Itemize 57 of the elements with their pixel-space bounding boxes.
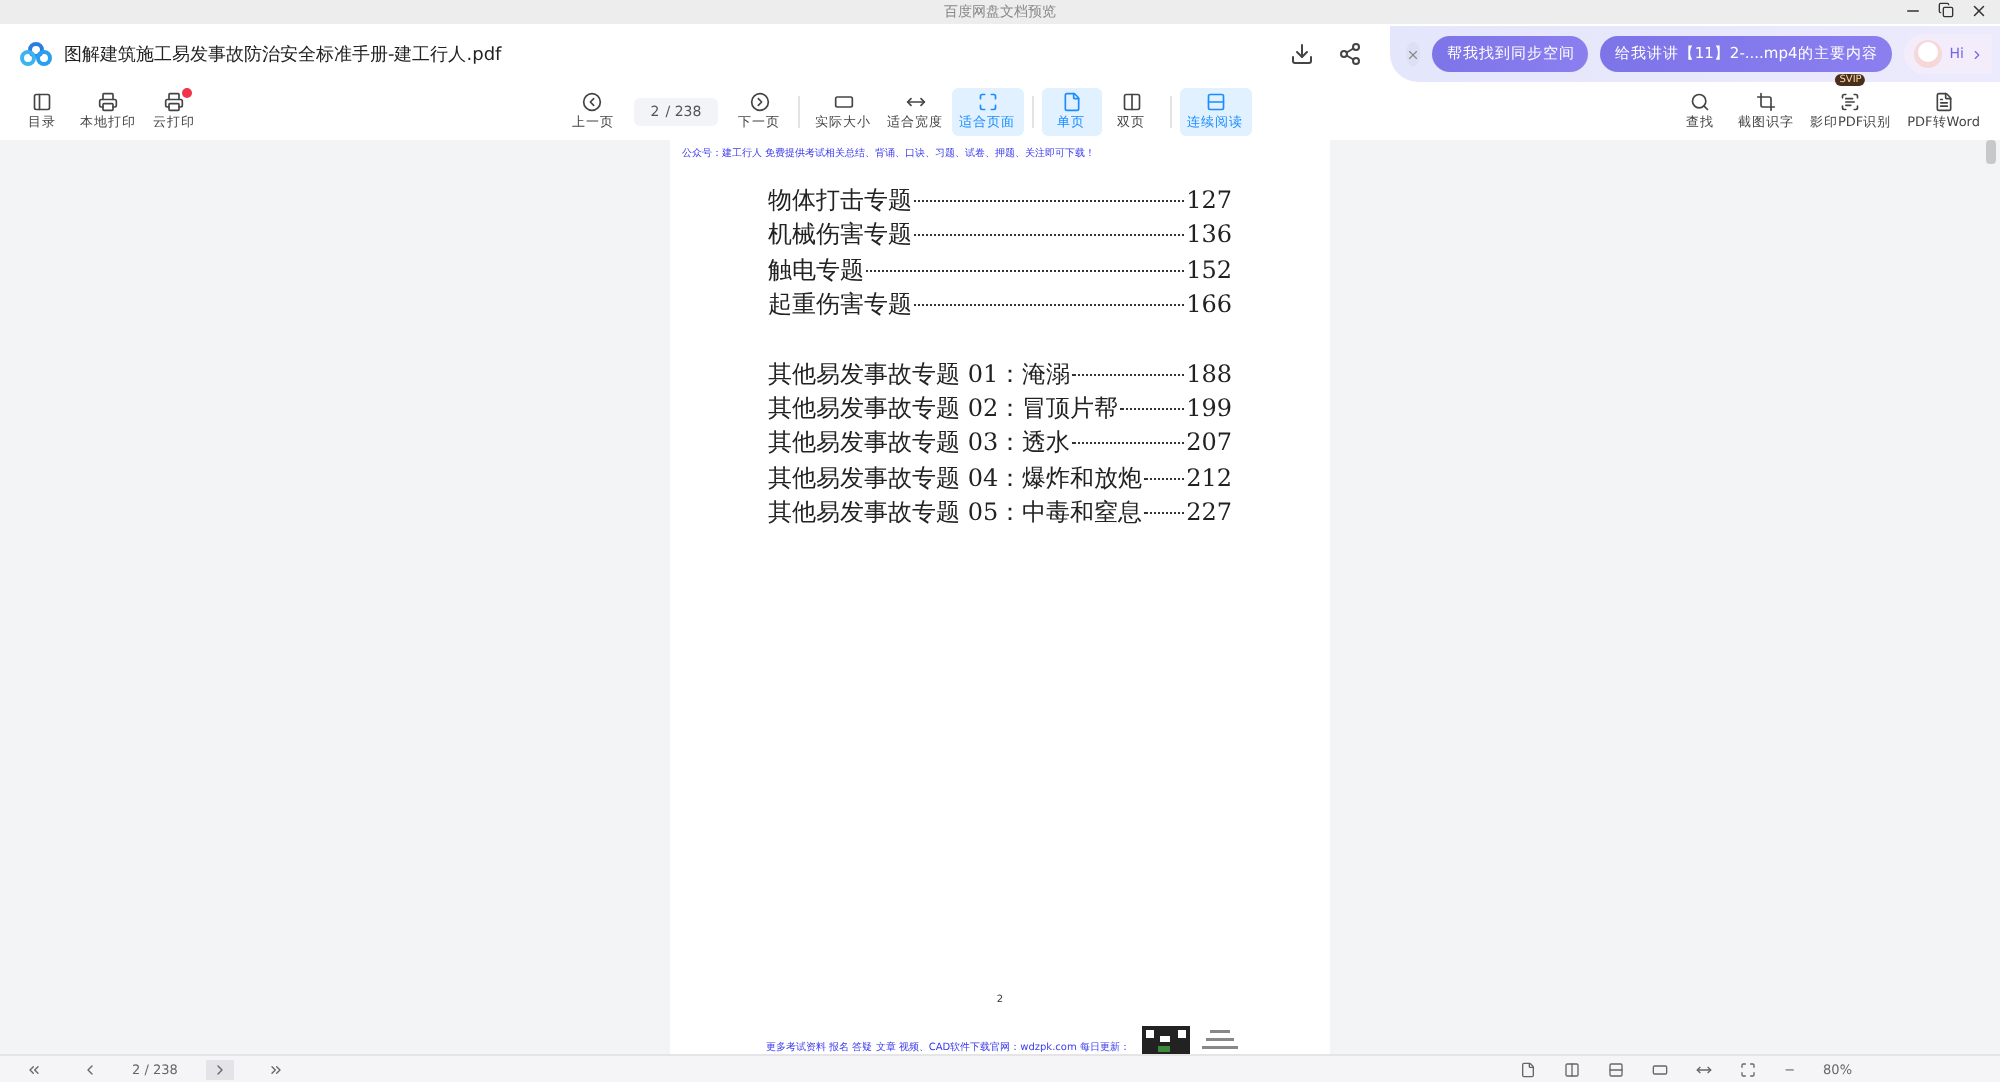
scan-icon <box>1840 92 1861 112</box>
columns-icon[interactable] <box>1564 1061 1581 1077</box>
toc-title: 起重伤害专题 <box>768 288 912 323</box>
toc-page-number: 227 <box>1186 498 1232 527</box>
leader-line <box>1144 477 1185 480</box>
columns-icon <box>1121 92 1142 112</box>
file-name: 图解建筑施工易发事故防治安全标准手册-建工行人.pdf <box>64 43 504 67</box>
frame-icon[interactable] <box>1652 1061 1669 1077</box>
chevron-right-icon <box>1970 47 1984 61</box>
fit-icon[interactable] <box>1740 1061 1757 1077</box>
toc-title: 触电专题 <box>768 253 864 288</box>
search-icon <box>1689 92 1710 112</box>
width-icon[interactable] <box>1696 1061 1713 1077</box>
toc-title: 物体打击专题 <box>768 184 912 218</box>
next-icon <box>749 92 770 112</box>
toc-title: 其他易发事故专题 05：中毒和窒息 <box>768 496 1143 531</box>
width-icon <box>905 92 926 112</box>
chevron-left-icon <box>82 1061 98 1077</box>
page-icon <box>1061 92 1082 112</box>
toc-page-number: 152 <box>1186 255 1232 284</box>
crop-icon <box>1755 92 1776 112</box>
avatar-icon <box>1911 38 1944 70</box>
toc-page-number: 212 <box>1186 463 1232 492</box>
leader-line <box>1072 373 1185 376</box>
caption-drawing <box>1201 1026 1238 1054</box>
printer-icon <box>164 92 184 112</box>
toc-page-number: 136 <box>1186 220 1232 249</box>
rows-icon[interactable] <box>1608 1061 1625 1077</box>
close-icon[interactable] <box>1970 2 1988 20</box>
leader-line <box>1120 407 1185 410</box>
toc-page-number: 127 <box>1186 186 1232 214</box>
toc-page-number: 188 <box>1186 359 1232 388</box>
page-icon[interactable] <box>1520 1061 1537 1077</box>
scrollbar[interactable] <box>1986 140 1996 164</box>
frame-icon <box>833 92 854 112</box>
download-icon[interactable] <box>1290 42 1314 66</box>
first-icon <box>26 1061 42 1077</box>
leader-line <box>1144 512 1185 515</box>
panel-icon <box>32 92 52 112</box>
previous-icon <box>582 92 603 112</box>
cloud-logo-icon <box>20 42 52 66</box>
toc-page-number: 207 <box>1186 428 1232 457</box>
toc-title: 其他易发事故专题 03：透水 <box>768 426 1071 461</box>
rows-icon <box>1205 92 1226 112</box>
printer-icon <box>98 92 118 112</box>
fit-icon <box>977 92 998 112</box>
share-icon[interactable] <box>1338 42 1362 66</box>
last-icon <box>267 1061 284 1077</box>
document-icon <box>1933 92 1954 112</box>
toc-title: 其他易发事故专题 04：爆炸和放炮 <box>768 461 1143 496</box>
toc-page-number: 199 <box>1186 393 1232 422</box>
leader-line <box>1072 442 1185 445</box>
toc-title: 机械伤害专题 <box>768 218 912 253</box>
toc-title: 其他易发事故专题 01：淹溺 <box>768 357 1071 392</box>
toc-title: 其他易发事故专题 02：冒顶片帮 <box>768 391 1119 426</box>
restore-icon[interactable] <box>1938 2 1954 18</box>
toc-page-number: 166 <box>1186 290 1232 319</box>
